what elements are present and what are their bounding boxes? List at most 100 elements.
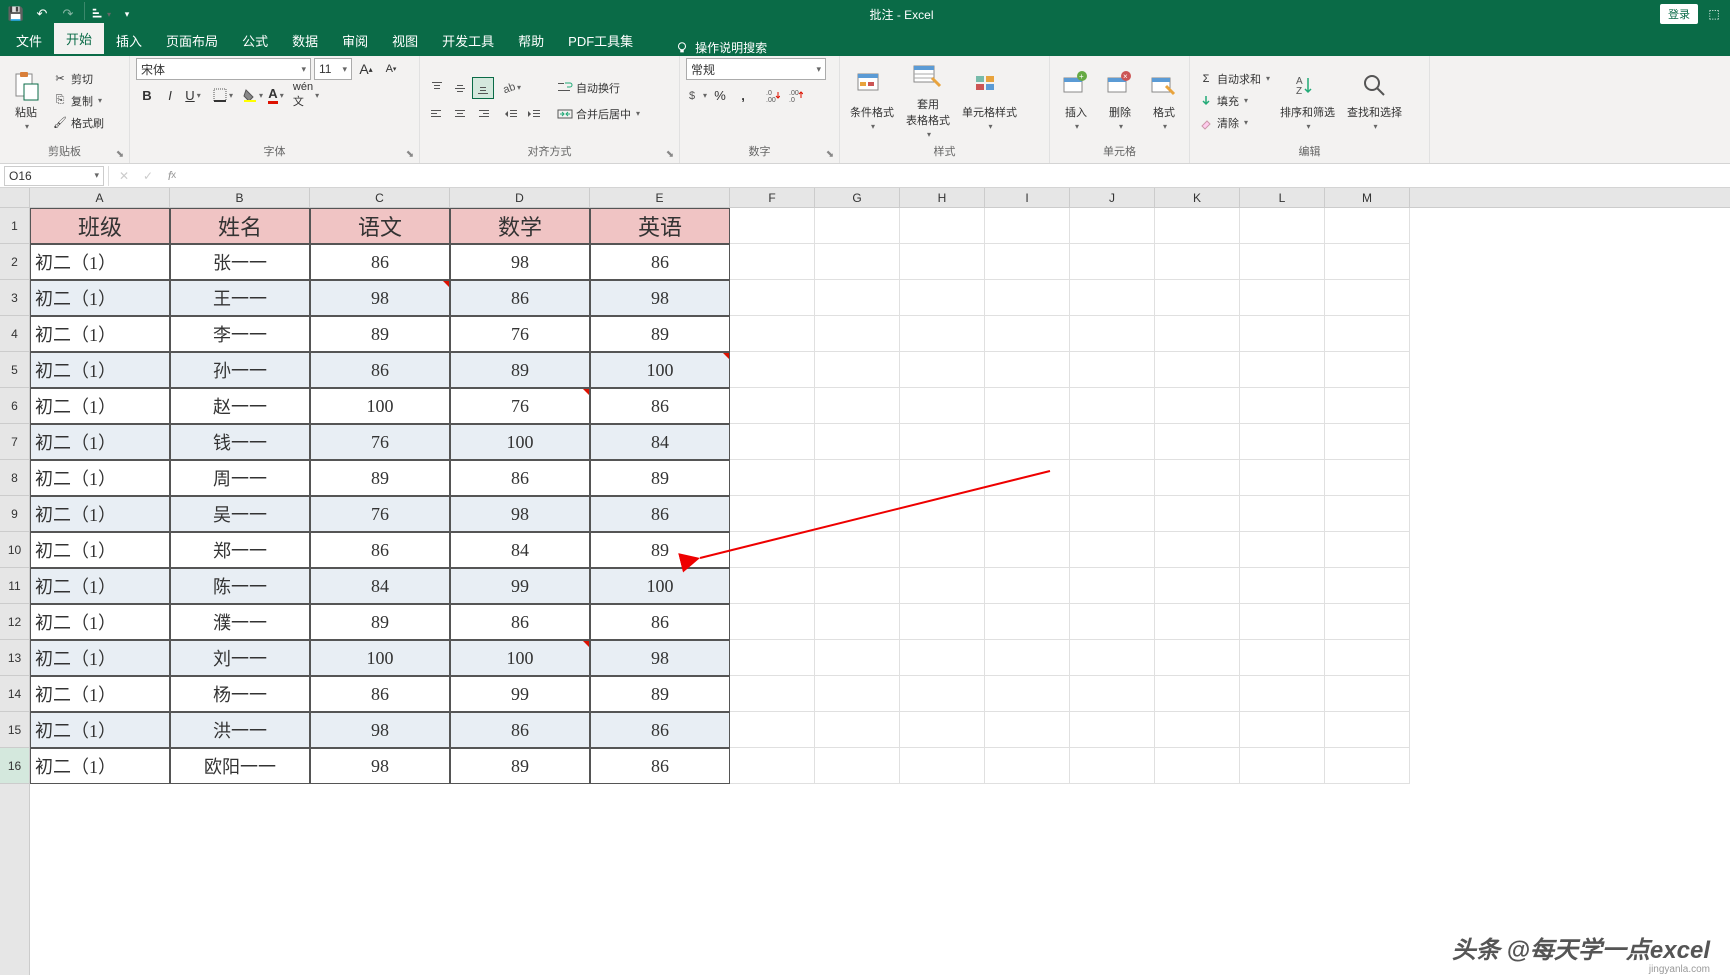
cell[interactable] xyxy=(1325,388,1410,424)
cell[interactable]: 89 xyxy=(590,460,730,496)
cell[interactable]: 86 xyxy=(590,604,730,640)
cell[interactable]: 89 xyxy=(310,460,450,496)
cell[interactable] xyxy=(1155,640,1240,676)
orientation-icon[interactable]: ab xyxy=(500,77,522,99)
cell[interactable] xyxy=(1240,568,1325,604)
cell[interactable]: 76 xyxy=(450,316,590,352)
cell[interactable] xyxy=(900,460,985,496)
cell[interactable] xyxy=(985,496,1070,532)
cell[interactable]: 洪一一 xyxy=(170,712,310,748)
cell[interactable]: 初二（1） xyxy=(30,640,170,676)
select-all-corner[interactable] xyxy=(0,188,30,208)
cell[interactable] xyxy=(1155,568,1240,604)
cell[interactable]: 英语 xyxy=(590,208,730,244)
cell[interactable] xyxy=(1155,424,1240,460)
cell[interactable] xyxy=(985,460,1070,496)
fill-color-button[interactable] xyxy=(242,84,264,106)
cell[interactable] xyxy=(815,532,900,568)
redo-icon[interactable]: ↷ xyxy=(56,2,80,26)
cell[interactable] xyxy=(730,208,815,244)
cell[interactable]: 初二（1） xyxy=(30,676,170,712)
cell[interactable] xyxy=(1070,676,1155,712)
cell[interactable]: 76 xyxy=(310,496,450,532)
cell[interactable]: 初二（1） xyxy=(30,748,170,784)
percent-format-icon[interactable]: % xyxy=(709,84,731,106)
cell[interactable] xyxy=(730,280,815,316)
cell[interactable] xyxy=(815,280,900,316)
cell[interactable] xyxy=(985,532,1070,568)
cell[interactable] xyxy=(1240,208,1325,244)
cell[interactable] xyxy=(730,388,815,424)
cell[interactable]: 86 xyxy=(310,244,450,280)
cell[interactable] xyxy=(1240,532,1325,568)
col-header[interactable]: H xyxy=(900,188,985,207)
col-header[interactable]: D xyxy=(450,188,590,207)
cell[interactable] xyxy=(1070,388,1155,424)
undo-icon[interactable]: ↶ xyxy=(30,2,54,26)
cell[interactable] xyxy=(1070,280,1155,316)
cell[interactable]: 张一一 xyxy=(170,244,310,280)
cell[interactable]: 89 xyxy=(590,676,730,712)
cell[interactable] xyxy=(900,640,985,676)
cell[interactable]: 89 xyxy=(590,532,730,568)
col-header[interactable]: G xyxy=(815,188,900,207)
cell[interactable]: 吴一一 xyxy=(170,496,310,532)
cell[interactable] xyxy=(985,424,1070,460)
cell[interactable] xyxy=(815,676,900,712)
cell[interactable] xyxy=(985,316,1070,352)
cell[interactable] xyxy=(985,748,1070,784)
tab-review[interactable]: 审阅 xyxy=(330,25,380,56)
tab-data[interactable]: 数据 xyxy=(280,25,330,56)
cell[interactable] xyxy=(985,208,1070,244)
cell[interactable] xyxy=(1325,712,1410,748)
cell[interactable] xyxy=(900,748,985,784)
col-header[interactable]: I xyxy=(985,188,1070,207)
save-icon[interactable]: 💾 xyxy=(4,2,28,26)
cell[interactable]: 84 xyxy=(310,568,450,604)
cell[interactable]: 86 xyxy=(450,460,590,496)
italic-button[interactable]: I xyxy=(159,84,181,106)
cell[interactable] xyxy=(730,640,815,676)
cell[interactable] xyxy=(1240,388,1325,424)
cell[interactable] xyxy=(1155,244,1240,280)
row-header[interactable]: 2 xyxy=(0,244,29,280)
number-launcher-icon[interactable]: ⬊ xyxy=(823,147,837,161)
col-header[interactable]: C xyxy=(310,188,450,207)
cell[interactable] xyxy=(730,748,815,784)
cell[interactable]: 初二（1） xyxy=(30,352,170,388)
formula-input[interactable] xyxy=(187,166,1730,186)
cell[interactable]: 孙一一 xyxy=(170,352,310,388)
row-header[interactable]: 3 xyxy=(0,280,29,316)
cell[interactable] xyxy=(815,208,900,244)
cell[interactable] xyxy=(1240,748,1325,784)
cell[interactable] xyxy=(985,604,1070,640)
cell[interactable] xyxy=(1155,604,1240,640)
cell[interactable]: 86 xyxy=(590,244,730,280)
find-select-button[interactable]: 查找和选择 xyxy=(1343,58,1406,143)
cell[interactable]: 98 xyxy=(310,280,450,316)
cell[interactable]: 86 xyxy=(450,712,590,748)
cancel-icon[interactable]: ✕ xyxy=(113,166,135,186)
cell[interactable]: 89 xyxy=(310,604,450,640)
cell[interactable] xyxy=(1240,352,1325,388)
cell[interactable]: 84 xyxy=(590,424,730,460)
cell[interactable]: 班级 xyxy=(30,208,170,244)
cell[interactable]: 98 xyxy=(310,748,450,784)
enter-icon[interactable]: ✓ xyxy=(137,166,159,186)
format-cells-button[interactable]: 格式 xyxy=(1144,58,1184,143)
clipboard-launcher-icon[interactable]: ⬊ xyxy=(113,147,127,161)
cell[interactable] xyxy=(815,748,900,784)
border-button[interactable] xyxy=(212,84,234,106)
cell[interactable]: 杨一一 xyxy=(170,676,310,712)
cell[interactable]: 欧阳一一 xyxy=(170,748,310,784)
cell[interactable] xyxy=(1325,532,1410,568)
tab-formulas[interactable]: 公式 xyxy=(230,25,280,56)
tab-insert[interactable]: 插入 xyxy=(104,25,154,56)
cell[interactable] xyxy=(1325,208,1410,244)
row-header[interactable]: 11 xyxy=(0,568,29,604)
row-header[interactable]: 12 xyxy=(0,604,29,640)
cell[interactable] xyxy=(815,604,900,640)
alignment-launcher-icon[interactable]: ⬊ xyxy=(663,147,677,161)
increase-indent-icon[interactable] xyxy=(523,103,545,125)
col-header[interactable]: L xyxy=(1240,188,1325,207)
